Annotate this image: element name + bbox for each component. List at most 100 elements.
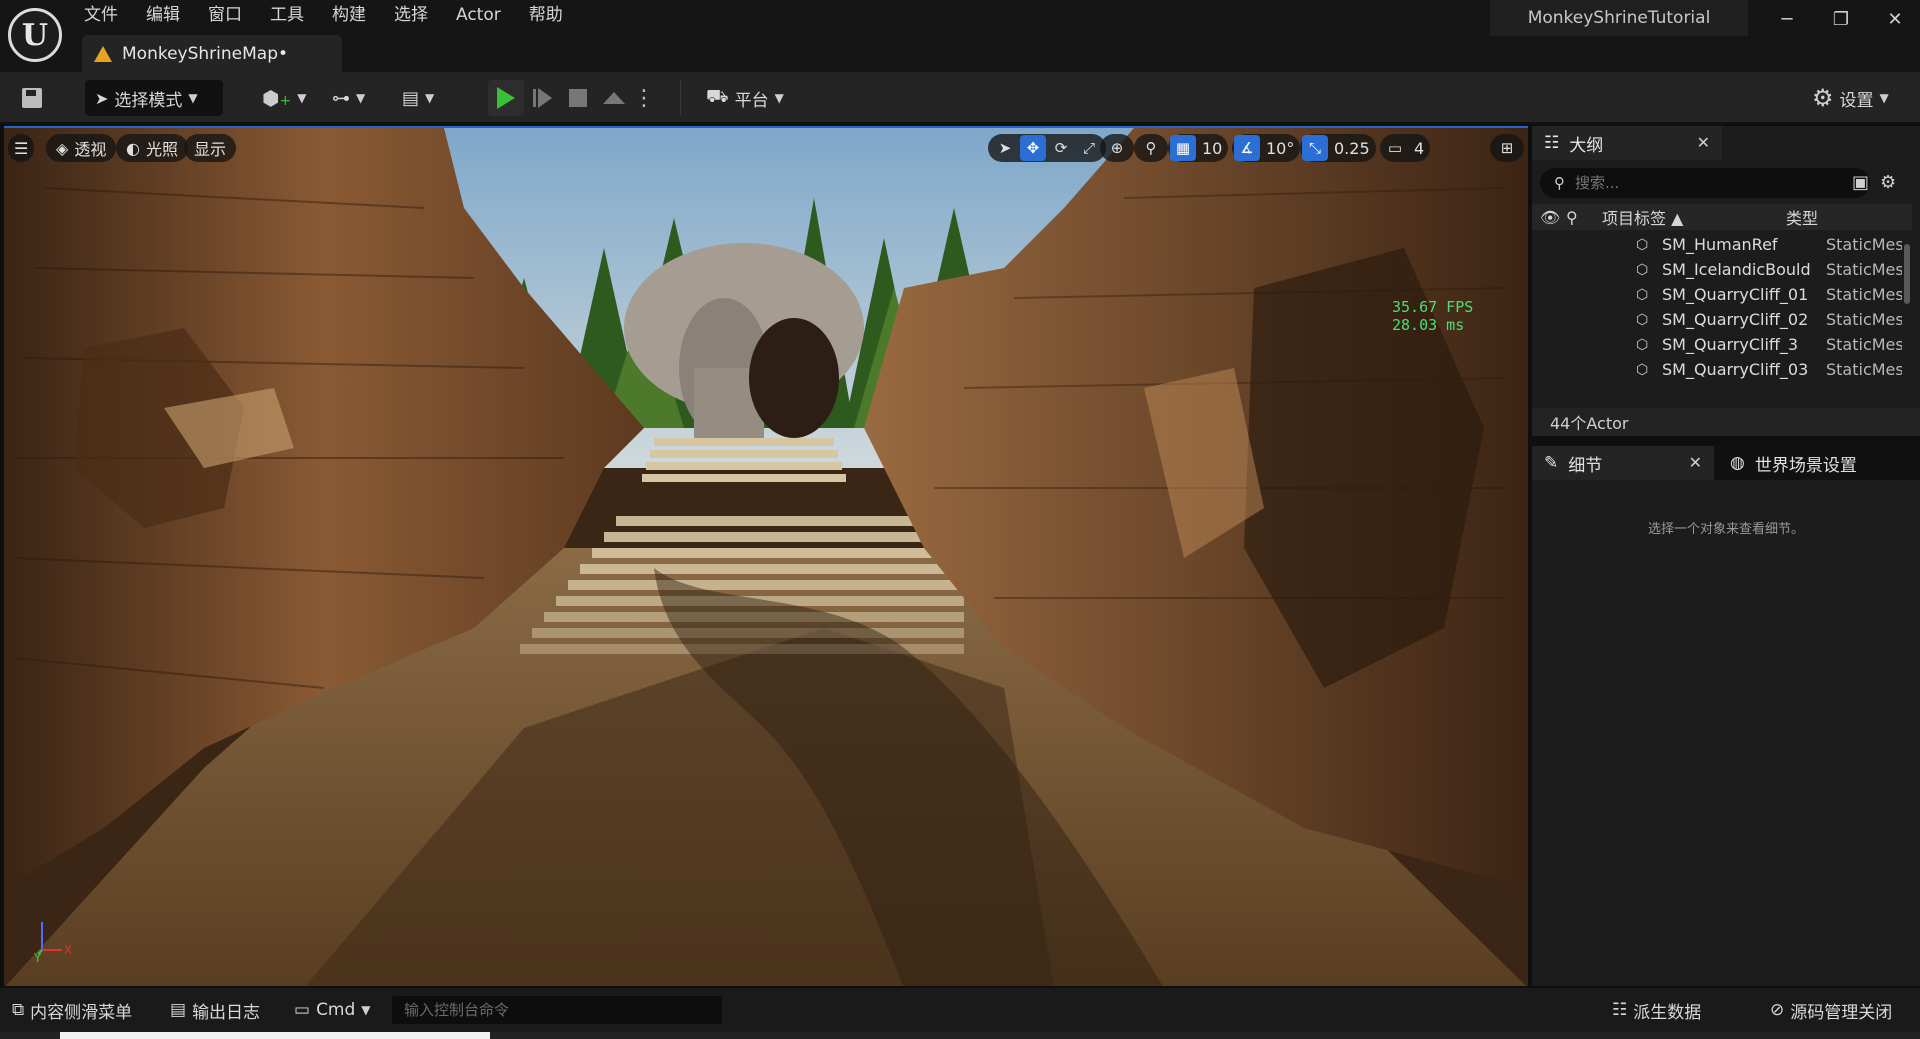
unreal-logo-icon[interactable]: U — [8, 8, 62, 62]
viewport-options-button[interactable]: ☰ — [8, 134, 35, 162]
save-button[interactable] — [22, 80, 42, 116]
details-empty-message: 选择一个对象来查看细节。 — [1647, 522, 1804, 537]
grid-snap-control[interactable]: ▦ 10 — [1168, 134, 1229, 162]
play-button[interactable] — [488, 80, 524, 116]
gear-icon: ⚙ — [1812, 84, 1834, 112]
tab-details[interactable]: ✎ 细节 ✕ — [1532, 446, 1714, 480]
settings-dropdown[interactable]: ⚙ 设置 ▼ — [1812, 80, 1889, 116]
show-flags-button[interactable]: 显示 — [184, 134, 237, 162]
selection-mode-label: 选择模式 — [114, 90, 183, 111]
menu-select[interactable]: 选择 — [380, 0, 442, 32]
surface-snap-toggle[interactable]: ⚲ — [1134, 134, 1168, 162]
level-warning-icon — [94, 45, 112, 62]
list-item[interactable]: ⬡ SM_QuarryCliff_02 StaticMes — [1532, 307, 1902, 332]
restore-icon[interactable]: ❐ — [1826, 6, 1856, 32]
chevron-down-icon: ▼ — [188, 91, 198, 105]
translate-tool-icon[interactable]: ✥ — [1020, 135, 1046, 161]
visibility-eye-icon[interactable]: 👁 — [1540, 208, 1566, 227]
chevron-down-icon: ▼ — [425, 91, 435, 105]
actor-count-label: 44个Actor — [1532, 408, 1920, 436]
rotation-snap-value: 10° — [1266, 138, 1295, 158]
source-control-button[interactable]: ⊘ 源码管理关闭 — [1770, 988, 1892, 1032]
output-log-button[interactable]: ▤ 输出日志 — [170, 988, 260, 1032]
outliner-search[interactable]: ⚲ — [1540, 168, 1870, 198]
level-viewport[interactable]: ☰ ◈ 透视 ◐ 光照 显示 ➤ ✥ ⟳ ⤢ ⊕ ⚲ ▦ 10 ∡ 10° ⤡ … — [4, 126, 1528, 986]
scene-render-image — [4, 128, 1528, 986]
console-command-field[interactable] — [392, 996, 722, 1024]
perspective-label: 透视 — [74, 140, 107, 159]
lighting-mode-button[interactable]: ◐ 光照 — [116, 134, 188, 162]
search-icon: ⚲ — [1554, 174, 1565, 192]
list-item[interactable]: ⬡ SM_IcelandicBould StaticMes — [1532, 257, 1902, 282]
output-log-label: 输出日志 — [192, 1002, 261, 1023]
blueprint-icon: ⊶ — [332, 87, 350, 109]
lighting-label: 光照 — [145, 140, 178, 159]
gear-icon[interactable]: ⚙ — [1880, 172, 1896, 193]
world-local-toggle[interactable]: ⊕ — [1100, 134, 1134, 162]
list-item[interactable]: ⬡ SM_QuarryCliff_01 StaticMes — [1532, 282, 1902, 307]
minimize-icon[interactable]: ─ — [1772, 6, 1802, 32]
scale-snap-control[interactable]: ⤡ 0.25 — [1300, 134, 1376, 162]
list-item[interactable]: ⬡ SM_HumanRef StaticMes — [1532, 232, 1902, 257]
cinematics-button[interactable]: ▤ ▼ — [402, 80, 434, 116]
menu-tools[interactable]: 工具 — [256, 0, 318, 32]
outliner-panel: ☷ 大纲 ✕ ⚲ ▣ ⚙ 👁 ⚲ 项目标签 ▲ 类型 ⬡SM_HumanRefS… — [1532, 126, 1920, 436]
close-icon[interactable]: ✕ — [1697, 133, 1710, 152]
rotate-tool-icon[interactable]: ⟳ — [1048, 135, 1074, 161]
add-content-button[interactable]: ⬢+ ▼ — [262, 80, 306, 116]
tab-world-settings[interactable]: ◍ 世界场景设置 — [1718, 446, 1857, 480]
menu-file[interactable]: 文件 — [70, 0, 132, 32]
play-controls: ⋮ — [488, 80, 656, 116]
outliner-search-input[interactable] — [1575, 174, 1835, 192]
content-drawer-button[interactable]: ⧉ 内容侧滑菜单 — [12, 988, 132, 1032]
menu-help[interactable]: 帮助 — [515, 0, 577, 32]
perspective-button[interactable]: ◈ 透视 — [46, 134, 117, 162]
viewport-layout-button[interactable]: ⊞ — [1490, 134, 1524, 162]
level-document-tab[interactable]: MonkeyShrineMap• — [82, 35, 342, 72]
details-tab-bar: ✎ 细节 ✕ ◍ 世界场景设置 — [1532, 446, 1920, 480]
console-input[interactable] — [404, 1001, 704, 1019]
scale-tool-icon[interactable]: ⤢ — [1076, 135, 1102, 161]
static-mesh-icon: ⬡ — [1636, 336, 1649, 353]
camera-speed-control[interactable]: ▭ 4 — [1380, 134, 1431, 162]
list-item[interactable]: ⬡ SM_QuarryCliff_03 StaticMes — [1532, 357, 1902, 382]
separator — [680, 80, 681, 116]
show-label: 显示 — [194, 140, 227, 159]
selection-mode-dropdown[interactable]: ➤ 选择模式 ▼ — [85, 80, 223, 116]
eject-button[interactable] — [596, 80, 632, 116]
blueprint-button[interactable]: ⊶ ▼ — [332, 80, 365, 116]
list-item[interactable]: ⬡ SM_QuarryCliff_3 StaticMes — [1532, 332, 1902, 357]
chevron-down-icon: ▼ — [297, 91, 307, 105]
menu-edit[interactable]: 编辑 — [132, 0, 194, 32]
lit-sphere-icon: ◐ — [126, 138, 140, 158]
menu-window[interactable]: 窗口 — [194, 0, 256, 32]
pin-icon[interactable]: ⚲ — [1566, 208, 1592, 227]
grid-snap-icon: ▦ — [1170, 135, 1196, 161]
cmd-dropdown[interactable]: ▭ Cmd ▼ — [294, 988, 371, 1032]
add-actor-icon: ⬢+ — [262, 86, 292, 110]
rotation-snap-control[interactable]: ∡ 10° — [1232, 134, 1301, 162]
close-window-icon[interactable]: ✕ — [1880, 6, 1910, 32]
select-tool-icon[interactable]: ➤ — [992, 135, 1018, 161]
close-icon[interactable]: ✕ — [1689, 453, 1702, 472]
play-options-button[interactable]: ⋮ — [632, 80, 656, 116]
title-bar: U 文件 编辑 窗口 工具 构建 选择 Actor 帮助 MonkeyShrin… — [0, 0, 1920, 72]
static-mesh-icon: ⬡ — [1636, 286, 1649, 303]
stop-button[interactable] — [560, 80, 596, 116]
static-mesh-icon: ⬡ — [1636, 261, 1649, 278]
transform-tools: ➤ ✥ ⟳ ⤢ — [988, 134, 1106, 162]
column-type[interactable]: 类型 — [1786, 205, 1818, 229]
outliner-tab[interactable]: ☷ 大纲 ✕ — [1532, 126, 1722, 160]
cursor-icon: ➤ — [95, 88, 109, 108]
add-folder-icon[interactable]: ▣ — [1852, 172, 1869, 193]
layout-grid-icon: ⊞ — [1500, 139, 1514, 157]
derived-data-icon: ☷ — [1612, 1000, 1628, 1020]
source-control-label: 源码管理关闭 — [1790, 1002, 1893, 1023]
derived-data-button[interactable]: ☷ 派生数据 — [1612, 988, 1701, 1032]
menu-build[interactable]: 构建 — [318, 0, 380, 32]
column-item-label[interactable]: 项目标签 ▲ — [1602, 205, 1778, 229]
menu-actor[interactable]: Actor — [442, 0, 515, 32]
outliner-scrollbar[interactable] — [1904, 244, 1910, 304]
platforms-dropdown[interactable]: ⛟ 平台 ▼ — [706, 80, 784, 116]
frame-advance-button[interactable] — [524, 80, 560, 116]
